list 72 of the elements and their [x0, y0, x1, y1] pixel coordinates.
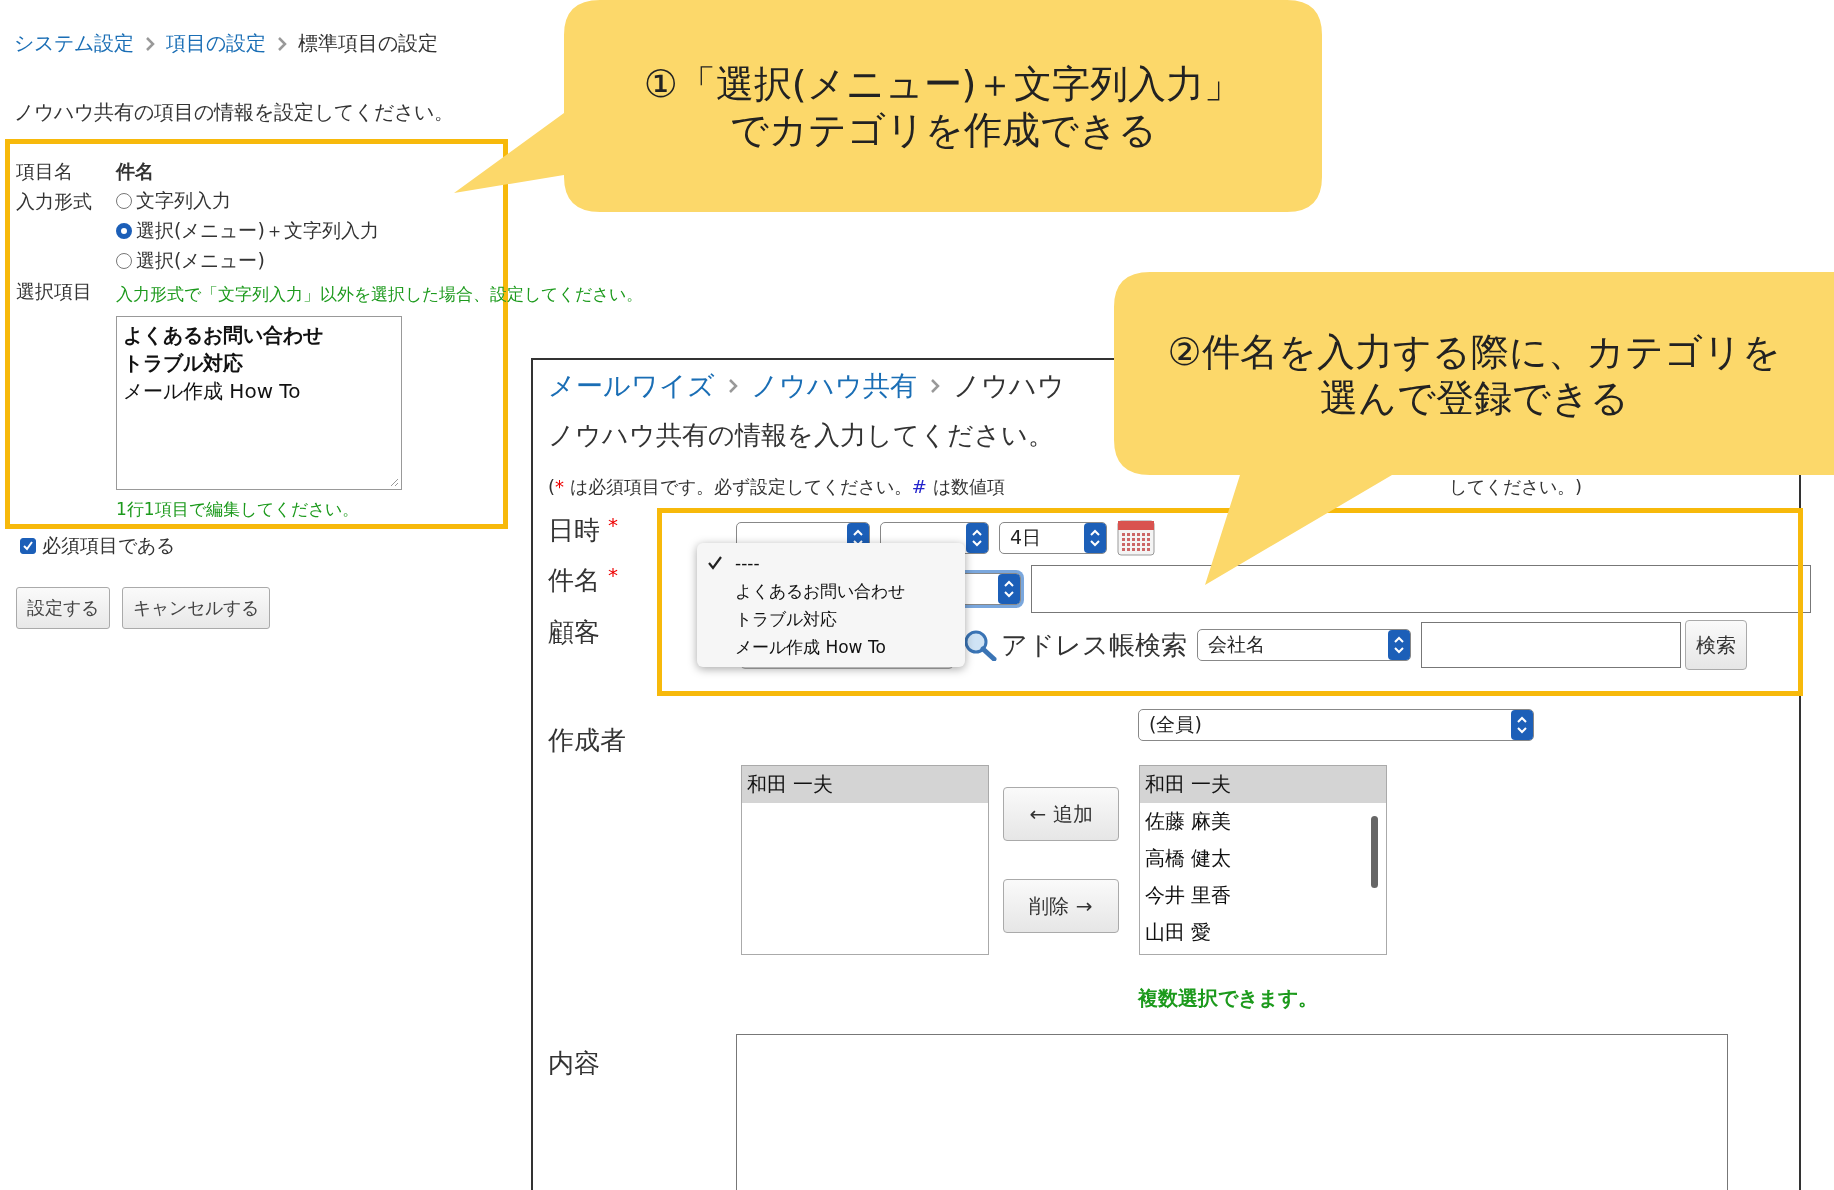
- breadcrumb-link[interactable]: ノウハウ共有: [751, 368, 917, 404]
- user-list[interactable]: 和田 一夫 佐藤 麻美 高橋 健太 今井 里香 山田 愛: [1139, 765, 1387, 955]
- chevron-icon: [276, 35, 288, 52]
- field-value: 件名: [116, 159, 154, 184]
- instruction-text: ノウハウ共有の情報を入力してください。: [548, 419, 1055, 452]
- field-label: 作成者: [548, 724, 626, 757]
- list-item[interactable]: 山田 愛: [1140, 914, 1386, 951]
- day-select[interactable]: 4日: [999, 522, 1107, 554]
- chevron-icon: [929, 378, 941, 394]
- radio-label: 選択(メニュー): [136, 248, 265, 273]
- chevron-icon: [727, 378, 739, 394]
- menu-item[interactable]: メール作成 How To: [735, 635, 886, 659]
- add-button[interactable]: ← 追加: [1003, 787, 1119, 841]
- search-button[interactable]: 検索: [1685, 620, 1747, 670]
- search-input-field[interactable]: [1421, 622, 1681, 668]
- list-item[interactable]: 和田 一夫: [742, 766, 988, 803]
- text-line: メール作成 How To: [123, 378, 302, 405]
- radio-button[interactable]: [116, 253, 132, 269]
- list-item[interactable]: 今井 里香: [1140, 877, 1386, 914]
- checkbox[interactable]: [20, 538, 36, 554]
- list-item[interactable]: 佐藤 麻美: [1140, 803, 1386, 840]
- checkbox-label: 必須項目である: [42, 533, 175, 558]
- remove-button[interactable]: 削除 →: [1003, 879, 1119, 933]
- field-label: 項目名: [16, 159, 74, 184]
- select-arrows-icon: [1388, 630, 1410, 660]
- list-item[interactable]: 和田 一夫: [1140, 766, 1386, 803]
- text-line: トラブル対応: [123, 350, 244, 377]
- menu-item[interactable]: ----: [735, 553, 760, 573]
- field-label: 入力形式: [16, 189, 93, 214]
- instruction-text: ノウハウ共有の項目の情報を設定してください。: [14, 99, 455, 126]
- breadcrumb-current: ノウハウ: [953, 369, 1065, 403]
- form-button[interactable]: 設定する: [16, 587, 110, 629]
- search-icon: [963, 629, 997, 661]
- chevron-icon: [144, 35, 156, 52]
- text-line: よくあるお問い合わせ: [123, 322, 324, 349]
- hint-text: 複数選択できます。: [1138, 985, 1319, 1012]
- group-select[interactable]: (全員): [1138, 709, 1534, 741]
- callout-text: ①「選択(メニュー)＋文字列入力」 でカテゴリを作成できる: [642, 62, 1244, 154]
- user-list[interactable]: 和田 一夫: [741, 765, 989, 955]
- required-mark: *: [608, 563, 618, 589]
- radio-label: 文字列入力: [136, 188, 231, 213]
- select-arrows-icon: [1084, 523, 1106, 553]
- menu-item[interactable]: トラブル対応: [735, 607, 837, 631]
- breadcrumb-current: 標準項目の設定: [298, 30, 438, 57]
- field-label: 内容: [548, 1047, 600, 1080]
- subject-input-field[interactable]: [1031, 565, 1811, 613]
- field-label: 日時: [548, 514, 600, 547]
- scrollbar-thumb[interactable]: [1371, 816, 1378, 888]
- menu-item[interactable]: よくあるお問い合わせ: [735, 579, 905, 603]
- radio-button[interactable]: [116, 193, 132, 209]
- field-label: 件名: [548, 564, 600, 597]
- callout-text: ②件名を入力する際に、カテゴリを 選んで登録できる: [1166, 330, 1782, 422]
- choices-text-area[interactable]: よくあるお問い合わせ トラブル対応 メール作成 How To: [116, 316, 402, 490]
- calendar-icon: [1117, 520, 1155, 556]
- form-button[interactable]: キャンセルする: [122, 587, 270, 629]
- check-icon: [22, 540, 34, 552]
- note-text: (* は必須項目です。必ず設定してください。# は数値項: [548, 475, 1005, 499]
- breadcrumb-link[interactable]: メールワイズ: [548, 368, 715, 404]
- radio-button[interactable]: [116, 223, 132, 239]
- select-arrows-icon: [1511, 710, 1533, 740]
- field-label: 選択項目: [16, 279, 93, 304]
- required-mark: *: [608, 513, 618, 539]
- field-label: 顧客: [548, 616, 600, 649]
- note-text: してください。): [1448, 475, 1582, 499]
- list-item[interactable]: 高橋 健太: [1140, 840, 1386, 877]
- address-book-search-label: アドレス帳検索: [1001, 628, 1187, 662]
- breadcrumb-link[interactable]: 項目の設定: [166, 30, 266, 57]
- resize-handle-icon: [389, 477, 399, 487]
- hint-text: 1行1項目で編集してください。: [116, 498, 360, 521]
- breadcrumb-link[interactable]: システム設定: [14, 30, 134, 57]
- company-select[interactable]: 会社名: [1197, 629, 1411, 661]
- radio-label: 選択(メニュー)＋文字列入力: [136, 218, 379, 243]
